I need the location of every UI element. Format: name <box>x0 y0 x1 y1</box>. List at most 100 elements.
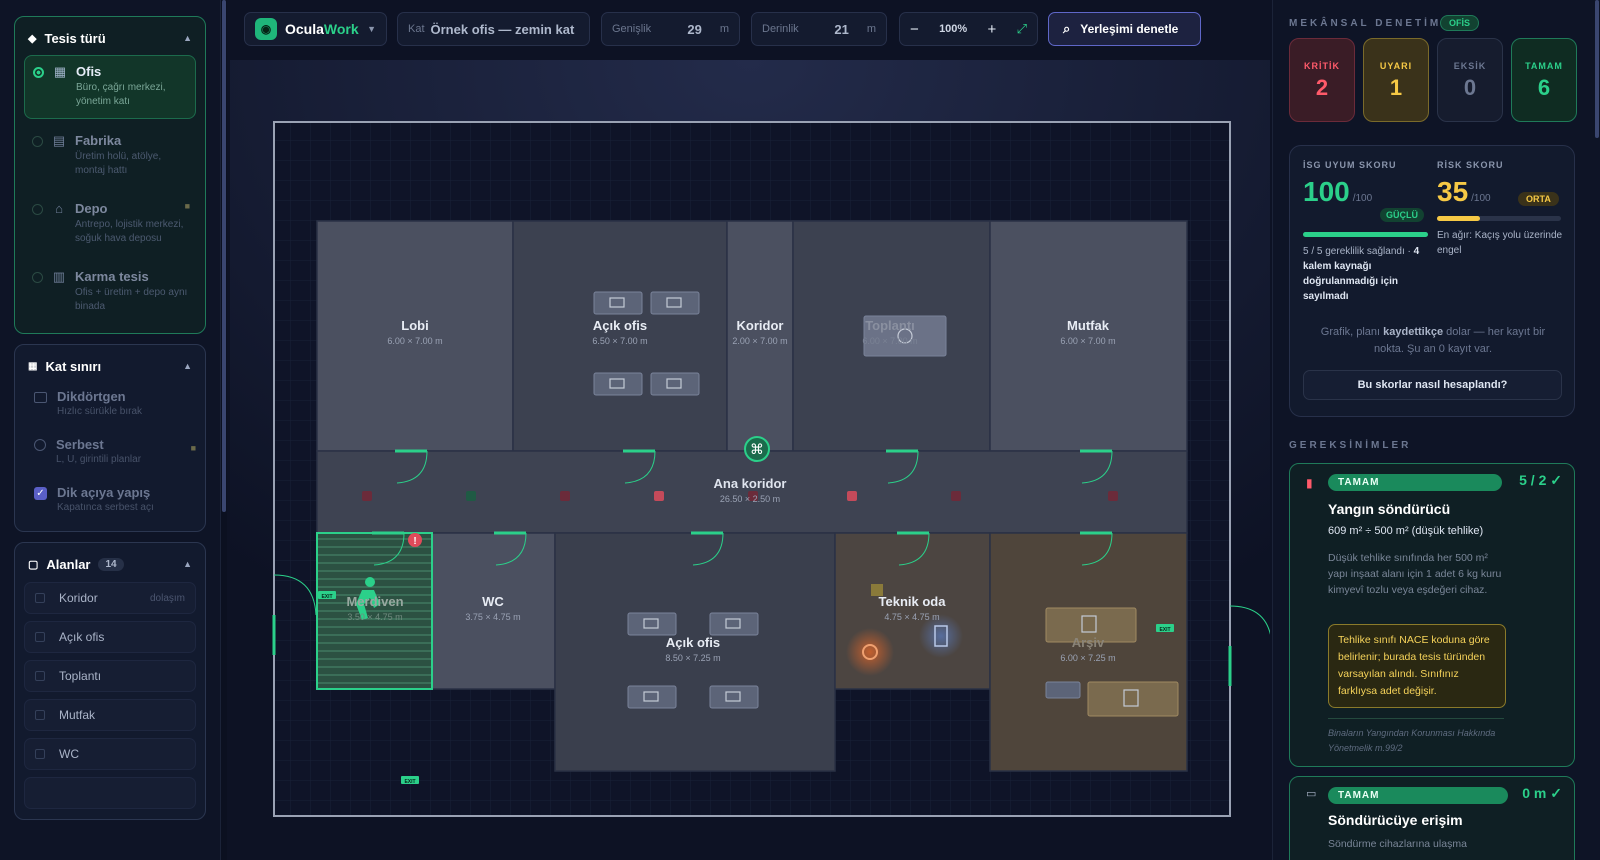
requirement-ratio: 5 / 2 ✓ <box>1519 472 1562 488</box>
diamond-icon: ◆ <box>28 32 37 45</box>
lock-icon: ■ <box>190 443 196 453</box>
collapse-icon[interactable]: ▲ <box>183 361 192 371</box>
requirement-card[interactable]: ▮ TAMAM 5 / 2 ✓ Yangın söndürücü 609 m² … <box>1289 463 1575 767</box>
lock-icon: ■ <box>184 201 190 211</box>
floor-plan-canvas[interactable]: ⌘ ! EXIT EXIT EXIT Lobi 6.00 × 7.00 m Aç… <box>230 60 1270 860</box>
svg-text:!: ! <box>413 536 416 547</box>
area-item[interactable]: Toplantı <box>24 660 196 692</box>
check-layout-button[interactable]: ⌕ Yerleşimi denetle <box>1048 12 1201 46</box>
area-label: WC <box>59 747 79 761</box>
desk-icon[interactable] <box>593 372 643 396</box>
facility-option-depo[interactable]: ⌂ Depo Antrepo, lojistik merkezi, soğuk … <box>24 193 196 255</box>
depth-value[interactable]: 21 <box>834 22 848 37</box>
boundary-free[interactable]: Serbest L, U, girintili planlar ■ <box>24 429 196 473</box>
checkbox[interactable] <box>35 749 45 759</box>
cabinet-icon[interactable] <box>1045 681 1081 699</box>
left-scrollbar[interactable] <box>221 0 227 860</box>
area-tag: dolaşım <box>149 592 185 604</box>
desk-icon[interactable] <box>627 685 677 709</box>
room-dim: 3.75 × 4.75 m <box>465 612 520 622</box>
areas-header[interactable]: ▢ Alanlar 14 ▲ <box>24 553 196 575</box>
areas-count-badge: 14 <box>98 557 124 571</box>
room-merdiven[interactable] <box>316 532 433 690</box>
checkbox[interactable] <box>35 632 45 642</box>
radio-icon[interactable] <box>33 67 44 78</box>
desk-icon[interactable] <box>709 685 759 709</box>
mixed-icon: ▥ <box>52 269 66 284</box>
width-field[interactable]: Genişlik 29 m <box>601 12 740 46</box>
boundary-desc: Kapatınca serbest açı <box>57 502 154 513</box>
area-label: Açık ofis <box>59 630 105 644</box>
facility-type-panel: ◆ Tesis türü ▲ ▦ Ofis Büro, çağrı merkez… <box>14 16 206 334</box>
desk-icon[interactable] <box>650 372 700 396</box>
facility-type-header[interactable]: ◆ Tesis türü ▲ <box>24 27 196 49</box>
room-dim: 26.50 × 2.50 m <box>720 494 780 504</box>
square-outline-icon: ▢ <box>28 558 39 571</box>
warning-card[interactable]: UYARI 1 <box>1363 38 1429 122</box>
area-item[interactable]: Açık ofis <box>24 621 196 653</box>
room-label: Arşiv <box>1072 635 1105 650</box>
checkbox[interactable] <box>35 671 45 681</box>
floor-name-field[interactable]: Kat Örnek ofis — zemin kat <box>397 12 590 46</box>
room-dim: 8.50 × 7.25 m <box>665 653 720 663</box>
zoom-out-button[interactable]: − <box>910 21 919 38</box>
radio-icon[interactable] <box>32 136 43 147</box>
requirement-title: Söndürücüye erişim <box>1328 812 1463 828</box>
missing-card[interactable]: EKSİK 0 <box>1437 38 1503 122</box>
room-label: Ana koridor <box>714 476 787 491</box>
ok-card[interactable]: TAMAM 6 <box>1511 38 1577 122</box>
desk-icon[interactable] <box>650 291 700 315</box>
zoom-control: − 100% + ⤢ <box>899 12 1038 46</box>
boundary-label: Serbest <box>56 437 104 452</box>
room-dim: 6.50 × 7.00 m <box>592 336 647 346</box>
checkbox-checked-icon[interactable]: ✓ <box>34 487 47 500</box>
scroll-thumb[interactable] <box>1595 0 1599 138</box>
collapse-icon[interactable]: ▲ <box>183 33 192 43</box>
archive-shelf-icon[interactable] <box>1087 681 1179 717</box>
floor-value[interactable]: Örnek ofis — zemin kat <box>431 22 575 37</box>
room-label: Mutfak <box>1067 318 1110 333</box>
radio-icon[interactable] <box>32 272 43 283</box>
depth-field[interactable]: Derinlik 21 m <box>751 12 887 46</box>
radio-icon[interactable] <box>32 204 43 215</box>
risk-note: En ağır: Kaçış yolu üzerinde engel <box>1437 230 1563 256</box>
requirements-title: GEREKSİNİMLER <box>1289 440 1412 451</box>
area-item[interactable]: Mutfak <box>24 699 196 731</box>
area-item[interactable] <box>24 777 196 809</box>
requirement-ratio: 0 m ✓ <box>1522 785 1562 801</box>
right-scrollbar[interactable] <box>1594 0 1600 860</box>
checkbox[interactable] <box>35 710 45 720</box>
zoom-in-button[interactable]: + <box>988 21 997 38</box>
width-value[interactable]: 29 <box>687 22 701 37</box>
facility-option-karma[interactable]: ▥ Karma tesis Ofis + üretim + depo aynı … <box>24 261 196 323</box>
isg-score: 100 <box>1303 176 1350 207</box>
room-wc[interactable] <box>431 532 556 690</box>
boundary-header[interactable]: ▦ Kat sınırı ▲ <box>24 355 196 377</box>
room-arsiv[interactable] <box>989 532 1188 772</box>
desk-icon[interactable] <box>593 291 643 315</box>
svg-text:EXIT: EXIT <box>321 594 332 600</box>
area-item[interactable]: Koridor dolaşım <box>24 582 196 614</box>
isg-title: İSG UYUM SKORU <box>1303 160 1397 170</box>
requirement-desc: Düşük tehlike sınıfında her 500 m² yapı … <box>1328 552 1502 596</box>
history-note: Grafik, planı kaydettikçe dolar — her ka… <box>1320 326 1546 355</box>
fit-screen-icon[interactable]: ⤢ <box>1017 21 1027 37</box>
snap-right-angle-toggle[interactable]: ✓ Dik açıya yapış Kapatınca serbest açı <box>24 477 196 521</box>
collapse-icon[interactable]: ▲ <box>183 559 192 569</box>
isg-grade: GÜÇLÜ <box>1380 208 1424 222</box>
desk-icon[interactable] <box>627 612 677 636</box>
how-calculated-button[interactable]: Bu skorlar nasıl hesaplandı? <box>1303 370 1562 400</box>
area-item[interactable]: WC <box>24 738 196 770</box>
boundary-rectangle[interactable]: Dikdörtgen Hızlıc sürükle bırak <box>24 381 196 425</box>
facility-option-ofis[interactable]: ▦ Ofis Büro, çağrı merkezi, yönetim katı <box>24 55 196 119</box>
boundary-label: Dikdörtgen <box>57 389 126 404</box>
desk-icon[interactable] <box>709 612 759 636</box>
requirement-card[interactable]: ▭ TAMAM 0 m ✓ Söndürücüye erişim Söndürm… <box>1289 776 1575 860</box>
audit-title: MEKÂNSAL DENETİM <box>1289 18 1442 29</box>
facility-option-fabrika[interactable]: ▤ Fabrika Üretim holü, atölye, montaj ha… <box>24 125 196 187</box>
room-acik-ofis-2[interactable] <box>554 532 836 772</box>
app-switcher[interactable]: ◉ OculaWork ▼ <box>244 12 387 46</box>
checkbox[interactable] <box>35 593 45 603</box>
critical-card[interactable]: KRİTİK 2 <box>1289 38 1355 122</box>
scroll-thumb[interactable] <box>222 0 226 512</box>
